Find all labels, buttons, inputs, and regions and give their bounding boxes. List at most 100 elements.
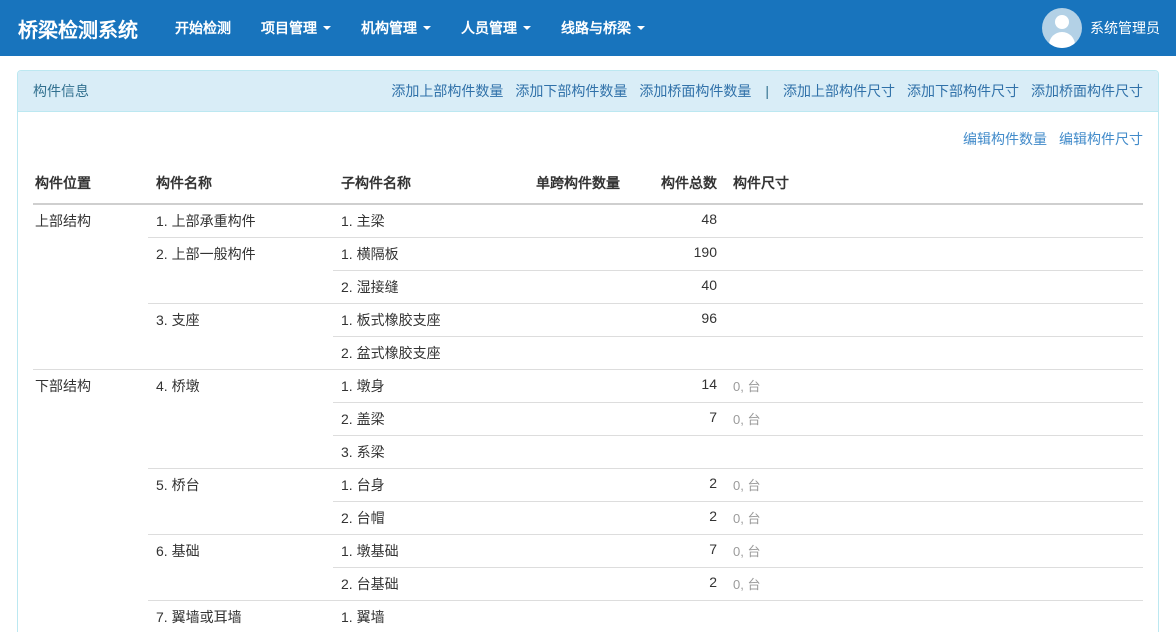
table-header-row: 构件位置 构件名称 子构件名称 单跨构件数量 构件总数 构件尺寸 xyxy=(33,163,1143,204)
table-row: 3. 支座 1. 板式橡胶支座 96 xyxy=(33,304,1143,337)
cell-size xyxy=(725,271,1143,304)
edit-action-links: 编辑构件数量 编辑构件尺寸 xyxy=(33,129,1143,149)
panel-title: 构件信息 xyxy=(33,81,89,101)
cell-size xyxy=(725,601,1143,632)
cell-per-span-qty xyxy=(528,271,653,304)
add-deck-qty-link[interactable]: 添加桥面构件数量 xyxy=(639,81,751,101)
cell-per-span-qty xyxy=(528,337,653,370)
cell-sub-name: 2. 台基础 xyxy=(333,568,528,601)
nav-item-label: 机构管理 xyxy=(361,18,417,38)
cell-sub-name: 1. 板式橡胶支座 xyxy=(333,304,528,337)
table-row: 7. 翼墙或耳墙 1. 翼墙 xyxy=(33,601,1143,632)
cell-total: 2 xyxy=(653,568,725,601)
cell-total: 96 xyxy=(653,304,725,337)
table-row: 2. 上部一般构件 1. 横隔板 190 xyxy=(33,238,1143,271)
cell-per-span-qty xyxy=(528,601,653,632)
table-row: 6. 基础 1. 墩基础 7 0, 台 xyxy=(33,535,1143,568)
app-brand[interactable]: 桥梁检测系统 xyxy=(0,14,152,43)
user-name-label: 系统管理员 xyxy=(1090,18,1160,38)
chevron-down-icon xyxy=(423,26,431,30)
add-upper-qty-link[interactable]: 添加上部构件数量 xyxy=(391,81,503,101)
cell-sub-name: 1. 翼墙 xyxy=(333,601,528,632)
links-divider: | xyxy=(763,83,771,99)
cell-size: 0, 台 xyxy=(725,502,1143,535)
cell-total xyxy=(653,436,725,469)
nav-item-routes-and-bridges[interactable]: 线路与桥梁 xyxy=(546,0,660,56)
avatar-head-shape xyxy=(1055,15,1069,29)
cell-per-span-qty xyxy=(528,535,653,568)
col-header-per-span-qty: 单跨构件数量 xyxy=(528,163,653,204)
cell-total xyxy=(653,601,725,632)
add-deck-size-link[interactable]: 添加桥面构件尺寸 xyxy=(1031,81,1143,101)
cell-total: 7 xyxy=(653,403,725,436)
cell-size: 0, 台 xyxy=(725,403,1143,436)
cell-name: 5. 桥台 xyxy=(148,469,333,535)
cell-per-span-qty xyxy=(528,238,653,271)
cell-per-span-qty xyxy=(528,469,653,502)
user-menu[interactable]: 系统管理员 xyxy=(1042,8,1176,48)
nav-item-label: 开始检测 xyxy=(175,18,231,38)
cell-size xyxy=(725,204,1143,238)
cell-name: 6. 基础 xyxy=(148,535,333,601)
cell-total: 2 xyxy=(653,469,725,502)
cell-size xyxy=(725,304,1143,337)
cell-per-span-qty xyxy=(528,204,653,238)
nav-item-start-inspection[interactable]: 开始检测 xyxy=(160,0,246,56)
cell-sub-name: 2. 台帽 xyxy=(333,502,528,535)
cell-sub-name: 1. 台身 xyxy=(333,469,528,502)
cell-total: 48 xyxy=(653,204,725,238)
cell-sub-name: 2. 湿接缝 xyxy=(333,271,528,304)
add-lower-size-link[interactable]: 添加下部构件尺寸 xyxy=(907,81,1019,101)
cell-total xyxy=(653,337,725,370)
cell-sub-name: 1. 横隔板 xyxy=(333,238,528,271)
cell-size xyxy=(725,436,1143,469)
cell-size xyxy=(725,238,1143,271)
cell-sub-name: 2. 盖梁 xyxy=(333,403,528,436)
table-row: 上部结构 1. 上部承重构件 1. 主梁 48 xyxy=(33,204,1143,238)
cell-size: 0, 台 xyxy=(725,535,1143,568)
table-row: 5. 桥台 1. 台身 2 0, 台 xyxy=(33,469,1143,502)
cell-per-span-qty xyxy=(528,304,653,337)
panel-heading: 构件信息 添加上部构件数量 添加下部构件数量 添加桥面构件数量 | 添加上部构件… xyxy=(18,71,1158,112)
cell-name: 1. 上部承重构件 xyxy=(148,204,333,238)
chevron-down-icon xyxy=(523,26,531,30)
cell-sub-name: 1. 主梁 xyxy=(333,204,528,238)
nav-item-label: 人员管理 xyxy=(461,18,517,38)
cell-total: 14 xyxy=(653,370,725,403)
component-info-panel: 构件信息 添加上部构件数量 添加下部构件数量 添加桥面构件数量 | 添加上部构件… xyxy=(17,70,1159,632)
cell-sub-name: 1. 墩身 xyxy=(333,370,528,403)
cell-sub-name: 1. 墩基础 xyxy=(333,535,528,568)
cell-per-span-qty xyxy=(528,502,653,535)
cell-sub-name: 2. 盆式橡胶支座 xyxy=(333,337,528,370)
edit-component-qty-link[interactable]: 编辑构件数量 xyxy=(963,129,1047,149)
cell-size: 0, 台 xyxy=(725,568,1143,601)
nav-item-project-management[interactable]: 项目管理 xyxy=(246,0,346,56)
cell-per-span-qty xyxy=(528,568,653,601)
heading-action-links: 添加上部构件数量 添加下部构件数量 添加桥面构件数量 | 添加上部构件尺寸 添加… xyxy=(391,81,1143,101)
col-header-sub-name: 子构件名称 xyxy=(333,163,528,204)
col-header-name: 构件名称 xyxy=(148,163,333,204)
cell-size: 0, 台 xyxy=(725,469,1143,502)
col-header-size: 构件尺寸 xyxy=(725,163,1143,204)
cell-per-span-qty xyxy=(528,403,653,436)
cell-size xyxy=(725,337,1143,370)
nav-item-personnel-management[interactable]: 人员管理 xyxy=(446,0,546,56)
cell-total: 190 xyxy=(653,238,725,271)
col-header-total: 构件总数 xyxy=(653,163,725,204)
panel-body: 编辑构件数量 编辑构件尺寸 构件位置 构件名称 子构件名称 单跨构件数量 构件总… xyxy=(18,112,1158,632)
table-row: 下部结构 4. 桥墩 1. 墩身 14 0, 台 xyxy=(33,370,1143,403)
main-nav: 开始检测 项目管理 机构管理 人员管理 线路与桥梁 xyxy=(160,0,660,56)
cell-position: 上部结构 xyxy=(33,204,148,370)
avatar-shoulders-shape xyxy=(1049,32,1075,48)
edit-component-size-link[interactable]: 编辑构件尺寸 xyxy=(1059,129,1143,149)
cell-sub-name: 3. 系梁 xyxy=(333,436,528,469)
cell-total: 40 xyxy=(653,271,725,304)
top-navbar: 桥梁检测系统 开始检测 项目管理 机构管理 人员管理 线路与桥梁 系统管理员 xyxy=(0,0,1176,56)
nav-item-organization-management[interactable]: 机构管理 xyxy=(346,0,446,56)
add-upper-size-link[interactable]: 添加上部构件尺寸 xyxy=(783,81,895,101)
cell-per-span-qty xyxy=(528,436,653,469)
cell-position: 下部结构 xyxy=(33,370,148,632)
cell-name: 7. 翼墙或耳墙 xyxy=(148,601,333,632)
col-header-position: 构件位置 xyxy=(33,163,148,204)
add-lower-qty-link[interactable]: 添加下部构件数量 xyxy=(515,81,627,101)
